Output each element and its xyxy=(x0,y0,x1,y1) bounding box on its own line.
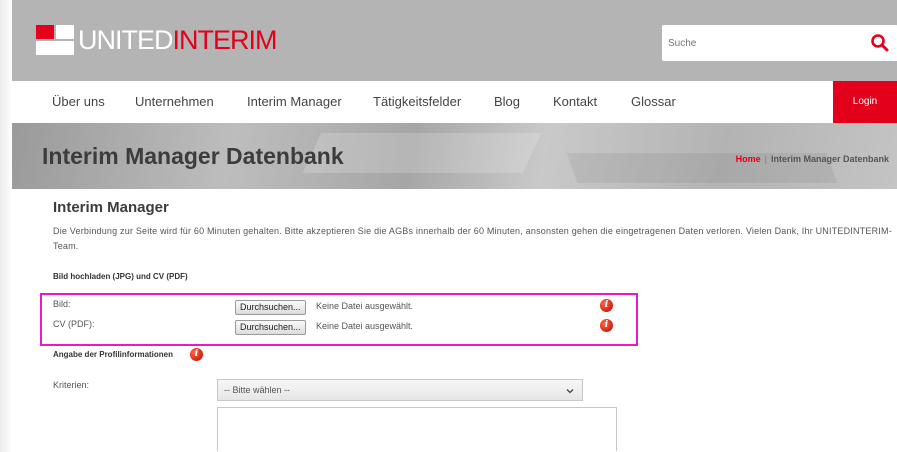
logo-text: UNITEDINTERIM xyxy=(78,25,278,55)
search-input[interactable] xyxy=(662,25,862,61)
cv-browse-button[interactable]: Durchsuchen... xyxy=(235,320,306,335)
bild-label: Bild: xyxy=(53,299,71,309)
breadcrumb-home-link[interactable]: Home xyxy=(736,154,761,164)
site-logo[interactable]: UNITEDINTERIM xyxy=(36,24,278,56)
section-title: Interim Manager xyxy=(53,199,169,216)
nav-item-unternehmen[interactable]: Unternehmen xyxy=(135,94,214,109)
search-box xyxy=(662,25,897,61)
criteria-selected-value: -- Bitte wählen -- xyxy=(224,385,291,395)
intro-text: Die Verbindung zur Seite wird für 60 Min… xyxy=(53,226,892,251)
cv-file-status: Keine Datei ausgewählt. xyxy=(316,321,414,331)
breadcrumb-current: Interim Manager Datenbank xyxy=(770,154,889,164)
page-edge xyxy=(0,0,12,452)
nav-item-taetigkeitsfelder[interactable]: Tätigkeitsfelder xyxy=(373,94,461,109)
main-content: Interim Manager Die Verbindung zur Seite… xyxy=(12,189,897,452)
bild-browse-button[interactable]: Durchsuchen... xyxy=(235,300,306,315)
breadcrumb-separator: | xyxy=(764,154,767,164)
nav-item-glossar[interactable]: Glossar xyxy=(631,94,676,109)
profile-heading-text: Angabe der Profilinformationen xyxy=(53,350,174,359)
cv-label: CV (PDF): xyxy=(53,319,95,329)
site-header: UNITEDINTERIM xyxy=(12,0,897,81)
upload-section: Bild: Durchsuchen... Keine Datei ausgewä… xyxy=(40,293,638,346)
criteria-textarea[interactable] xyxy=(217,407,617,451)
bild-file-status: Keine Datei ausgewählt. xyxy=(316,301,414,311)
page-banner: Interim Manager Datenbank Home | Interim M… xyxy=(12,123,897,189)
login-button[interactable]: Login xyxy=(833,81,897,123)
nav-item-blog[interactable]: Blog xyxy=(494,94,520,109)
nav-item-kontakt[interactable]: Kontakt xyxy=(553,94,597,109)
cv-info-icon[interactable]: i xyxy=(600,319,613,332)
criteria-select[interactable]: -- Bitte wählen -- xyxy=(217,379,583,401)
bild-info-icon[interactable]: i xyxy=(600,299,613,312)
chevron-down-icon xyxy=(566,389,574,394)
logo-text-united: UNITED xyxy=(78,25,173,55)
search-icon[interactable] xyxy=(870,33,890,53)
profile-info-icon[interactable]: i xyxy=(190,348,203,361)
profile-heading: Angabe der Profilinformationen xyxy=(53,350,173,359)
page-title: Interim Manager Datenbank xyxy=(42,143,344,169)
nav-item-ueber-uns[interactable]: Über uns xyxy=(52,94,105,109)
breadcrumb: Home | Interim Manager Datenbank xyxy=(736,154,889,164)
criteria-label: Kriterien: xyxy=(53,380,90,390)
nav-item-interim-manager[interactable]: Interim Manager xyxy=(247,94,342,109)
upload-heading: Bild hochladen (JPG) und CV (PDF) xyxy=(53,272,188,281)
logo-text-interim: INTERIM xyxy=(172,25,278,55)
main-nav: Über uns Unternehmen Interim Manager Tät… xyxy=(12,81,897,123)
logo-mark xyxy=(36,25,76,55)
